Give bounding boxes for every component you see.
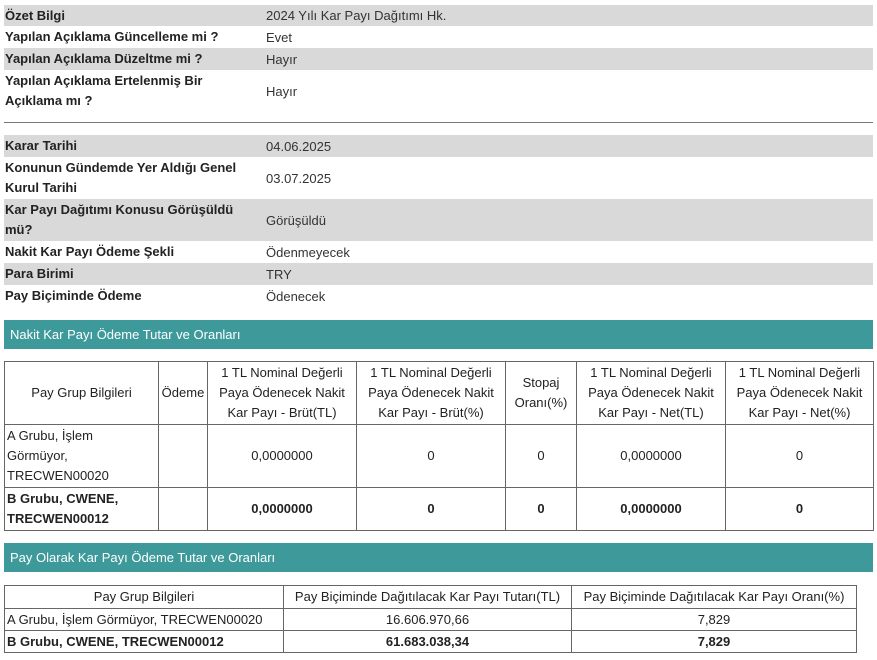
payment-cell (158, 487, 208, 531)
summary-label: Yapılan Açıklama Düzeltme mi ? (5, 51, 203, 66)
detail-label: Karar Tarihi (5, 138, 78, 153)
detail-label: Nakit Kar Payı Ödeme Şekli (5, 244, 175, 259)
value-cell: 0 (356, 487, 506, 531)
detail-label: Para Birimi (5, 266, 74, 281)
value-cell: 0,0000000 (207, 487, 357, 531)
column-header: 1 TL Nominal Değerli Paya Ödenecek Nakit… (207, 361, 357, 425)
value-cell: 0 (356, 424, 506, 488)
summary-row: Yapılan Açıklama Güncelleme mi ? Evet (4, 26, 873, 48)
column-header: 1 TL Nominal Değerli Paya Ödenecek Nakit… (576, 361, 726, 425)
detail-value: 04.06.2025 (266, 138, 332, 154)
summary-value: Hayır (266, 51, 298, 67)
group-cell: B Grubu, CWENE, TRECWEN00012 (4, 487, 159, 531)
detail-row: Nakit Kar Payı Ödeme Şekli Ödenmeyecek (4, 241, 873, 263)
summary-row: Yapılan Açıklama Düzeltme mi ? Hayır (4, 48, 873, 70)
share-dividend-table: Pay Grup Bilgileri Pay Biçiminde Dağıtıl… (4, 585, 857, 653)
detail-row: Karar Tarihi 04.06.2025 (4, 135, 873, 157)
group-cell: A Grubu, İşlem Görmüyor, TRECWEN00020 (4, 424, 159, 488)
column-header: Pay Biçiminde Dağıtılacak Kar Payı Tutar… (283, 585, 572, 609)
value-cell: 16.606.970,66 (283, 608, 572, 631)
summary-value: 2024 Yılı Kar Payı Dağıtımı Hk. (266, 8, 447, 23)
summary-value: Hayır (266, 83, 298, 99)
value-cell: 0 (725, 487, 874, 531)
summary-row: Özet Bilgi 2024 Yılı Kar Payı Dağıtımı H… (4, 5, 873, 26)
column-header: Pay Grup Bilgileri (4, 361, 159, 425)
detail-label: Konunun Gündemde Yer Aldığı Genel Kurul … (5, 160, 237, 195)
value-cell: 0 (505, 424, 577, 488)
value-cell: 0,0000000 (576, 487, 726, 531)
value-cell: 7,829 (571, 608, 857, 631)
detail-value: Görüşüldü (266, 212, 326, 228)
column-header: Pay Grup Bilgileri (4, 585, 284, 609)
detail-value: Ödenecek (266, 288, 326, 304)
summary-label: Yapılan Açıklama Ertelenmiş Bir Açıklama… (5, 73, 203, 108)
summary-value: Evet (266, 29, 293, 45)
divider (4, 122, 873, 123)
detail-label: Pay Biçiminde Ödeme (5, 288, 142, 303)
detail-row: Kar Payı Dağıtımı Konusu Görüşüldü mü? G… (4, 199, 873, 241)
value-cell: 0,0000000 (207, 424, 357, 488)
summary-label: Özet Bilgi (5, 7, 65, 23)
cash-dividend-table: Pay Grup Bilgileri Ödeme 1 TL Nominal De… (4, 361, 874, 531)
column-header: 1 TL Nominal Değerli Paya Ödenecek Nakit… (725, 361, 874, 425)
column-header: Stopaj Oranı(%) (505, 361, 577, 425)
group-cell: A Grubu, İşlem Görmüyor, TRECWEN00020 (4, 608, 284, 631)
table-row: A Grubu, İşlem Görmüyor, TRECWEN00020 0,… (4, 424, 874, 488)
summary-label: Yapılan Açıklama Güncelleme mi ? (5, 29, 219, 44)
detail-value: TRY (266, 266, 292, 282)
table-row: B Grubu, CWENE, TRECWEN00012 0,0000000 0… (4, 487, 874, 531)
column-header: 1 TL Nominal Değerli Paya Ödenecek Nakit… (356, 361, 506, 425)
value-cell: 0 (505, 487, 577, 531)
detail-row: Pay Biçiminde Ödeme Ödenecek (4, 285, 873, 307)
share-section-header: Pay Olarak Kar Payı Ödeme Tutar ve Oranl… (4, 543, 873, 572)
table-header-row: Pay Grup Bilgileri Ödeme 1 TL Nominal De… (4, 361, 874, 425)
value-cell: 0 (725, 424, 874, 488)
detail-row: Konunun Gündemde Yer Aldığı Genel Kurul … (4, 157, 873, 199)
group-cell: B Grubu, CWENE, TRECWEN00012 (4, 630, 284, 653)
detail-label: Kar Payı Dağıtımı Konusu Görüşüldü mü? (5, 202, 234, 237)
table-row: A Grubu, İşlem Görmüyor, TRECWEN00020 16… (4, 608, 857, 631)
value-cell: 61.683.038,34 (283, 630, 572, 653)
column-header: Ödeme (158, 361, 208, 425)
table-header-row: Pay Grup Bilgileri Pay Biçiminde Dağıtıl… (4, 585, 857, 609)
table-row: B Grubu, CWENE, TRECWEN00012 61.683.038,… (4, 630, 857, 653)
detail-value: 03.07.2025 (266, 170, 332, 186)
value-cell: 0,0000000 (576, 424, 726, 488)
summary-row: Yapılan Açıklama Ertelenmiş Bir Açıklama… (4, 70, 873, 112)
column-header: Pay Biçiminde Dağıtılacak Kar Payı Oranı… (571, 585, 857, 609)
detail-value: Ödenmeyecek (266, 244, 350, 260)
detail-row: Para Birimi TRY (4, 263, 873, 285)
payment-cell (158, 424, 208, 488)
cash-section-header: Nakit Kar Payı Ödeme Tutar ve Oranları (4, 320, 873, 349)
value-cell: 7,829 (571, 630, 857, 653)
